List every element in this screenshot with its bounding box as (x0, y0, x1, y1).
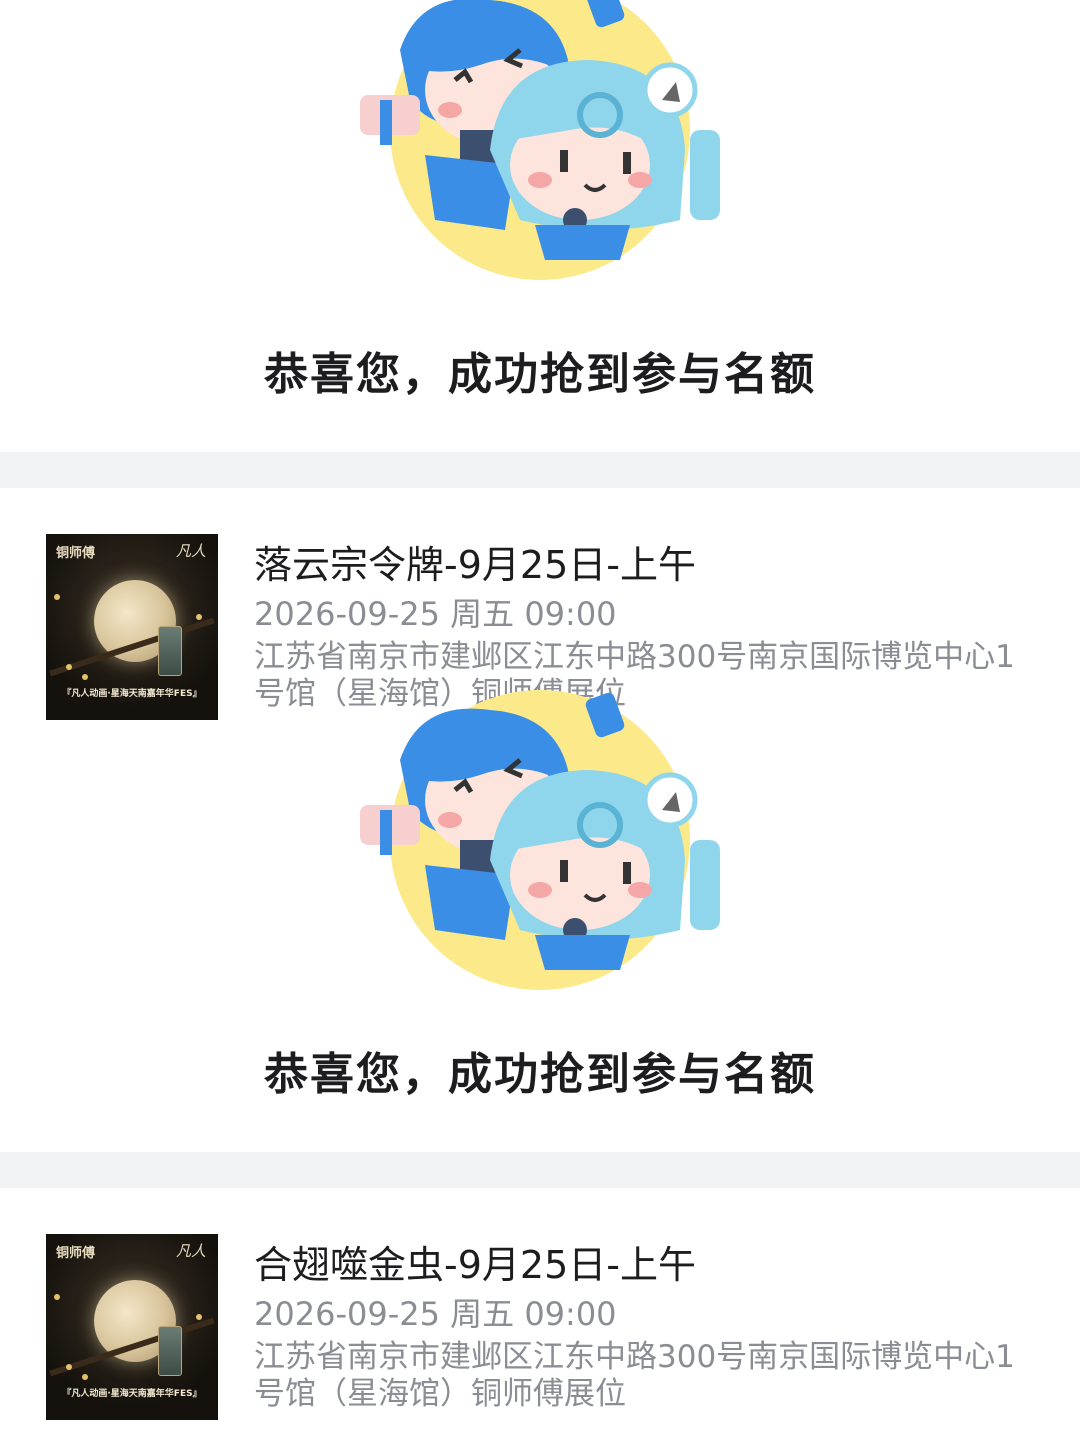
item-thumbnail[interactable]: 铜师傅 凡人 『凡人动画·星海天南嘉年华FES』 (46, 534, 218, 720)
thumb-brand2: 凡人 (175, 542, 206, 560)
section-divider (0, 1152, 1080, 1188)
token-image (158, 1326, 182, 1376)
success-message: 恭喜您，成功抢到参与名额 (264, 1049, 816, 1100)
success-message: 恭喜您，成功抢到参与名额 (264, 349, 816, 400)
item-title[interactable]: 落云宗令牌-9月25日-上午 (254, 534, 696, 589)
thumb-brand: 铜师傅 (56, 546, 96, 561)
item-thumbnail[interactable]: 铜师傅 凡人 『凡人动画·星海天南嘉年华FES』 (46, 1234, 218, 1420)
thumb-caption: 『凡人动画·星海天南嘉年华FES』 (62, 689, 202, 699)
item-datetime: 2026-09-25 周五 09:00 (254, 595, 617, 633)
thumb-brand: 铜师傅 (56, 1246, 96, 1261)
mascot-illustration-icon (360, 690, 720, 990)
item-datetime: 2026-09-25 周五 09:00 (254, 1295, 617, 1333)
thumb-brand2: 凡人 (175, 1242, 206, 1260)
item-address: 江苏省南京市建邺区江东中路300号南京国际博览中心1号馆（星海馆）铜师傅展位 (254, 1339, 1015, 1412)
section-divider (0, 452, 1080, 488)
thumb-caption: 『凡人动画·星海天南嘉年华FES』 (62, 1389, 202, 1399)
token-image (158, 626, 182, 676)
item-title[interactable]: 合翅噬金虫-9月25日-上午 (254, 1234, 696, 1289)
mascot-illustration-icon (360, 0, 720, 280)
